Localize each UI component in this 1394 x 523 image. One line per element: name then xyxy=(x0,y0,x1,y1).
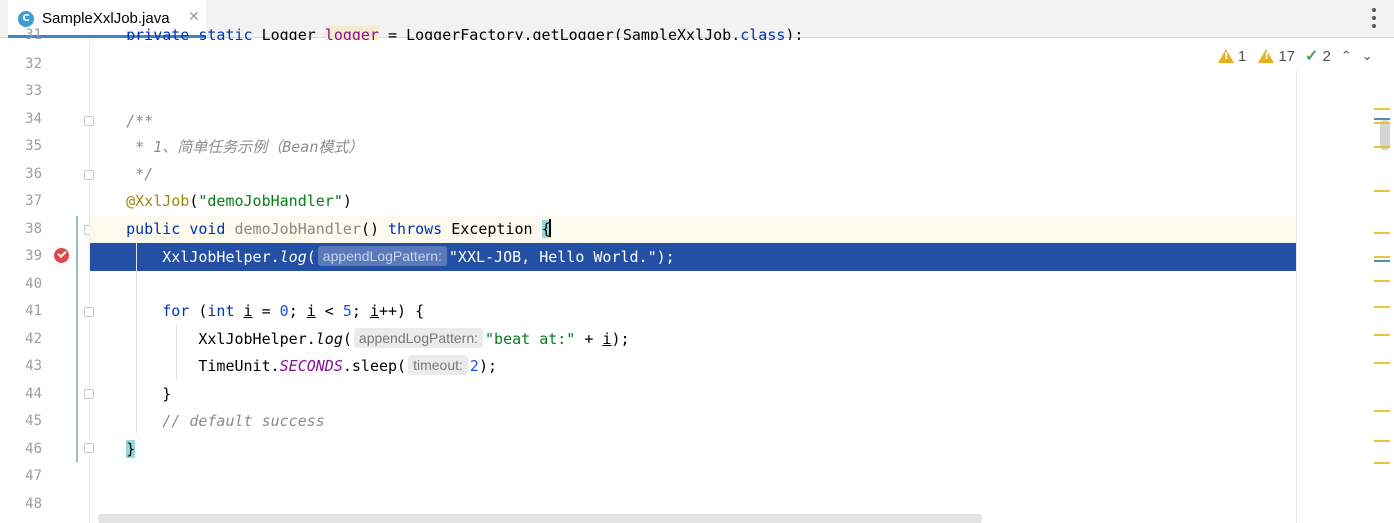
code-line-34[interactable]: /** xyxy=(90,108,153,135)
error-stripe-mark[interactable] xyxy=(1374,118,1390,120)
breakpoint-icon[interactable] xyxy=(54,248,69,263)
line-number: 48 xyxy=(25,496,42,512)
close-icon[interactable]: ✕ xyxy=(188,9,200,25)
line-number: 38 xyxy=(25,221,42,237)
code-line-44[interactable]: } xyxy=(90,381,171,408)
previous-highlight-icon[interactable]: ⌃ xyxy=(1341,48,1352,64)
line-number: 32 xyxy=(25,56,42,72)
parameter-hint: appendLogPattern: xyxy=(353,328,484,348)
text-caret xyxy=(548,219,551,237)
vcs-change-marker[interactable] xyxy=(76,216,78,462)
typo-count: 2 xyxy=(1322,47,1331,65)
error-stripe-mark[interactable] xyxy=(1374,280,1390,282)
more-options-icon[interactable] xyxy=(1372,8,1376,28)
line-number: 43 xyxy=(25,358,42,374)
line-number: 35 xyxy=(25,138,42,154)
code-line-41[interactable]: for (int i = 0; i < 5; i++) { xyxy=(90,298,424,325)
line-number: 42 xyxy=(25,331,42,347)
error-stripe-mark[interactable] xyxy=(1374,256,1390,258)
line-number: 37 xyxy=(25,193,42,209)
error-stripe-mark[interactable] xyxy=(1374,462,1390,464)
error-stripe-mark[interactable] xyxy=(1374,440,1390,442)
line-number: 44 xyxy=(25,386,42,402)
line-number: 47 xyxy=(25,468,42,484)
line-number: 36 xyxy=(25,166,42,182)
line-number: 46 xyxy=(25,441,42,457)
error-stripe-mark[interactable] xyxy=(1374,122,1390,124)
code-line-45[interactable]: // default success xyxy=(90,408,325,435)
line-number: 39 xyxy=(25,248,42,264)
error-stripe-mark[interactable] xyxy=(1374,306,1390,308)
error-stripe-mark[interactable] xyxy=(1374,232,1390,234)
parameter-hint: appendLogPattern: xyxy=(317,246,447,266)
horizontal-scrollbar[interactable] xyxy=(98,514,982,523)
warning-icon xyxy=(1218,49,1234,63)
code-line-46[interactable]: } xyxy=(90,436,136,463)
line-number: 34 xyxy=(25,111,42,127)
matched-brace: } xyxy=(126,440,136,458)
code-line-39[interactable]: XxlJobHelper.log(appendLogPattern: "XXL-J… xyxy=(90,243,675,271)
code-line-31[interactable]: private static Logger logger = LoggerFac… xyxy=(90,26,803,40)
error-stripe-mark[interactable] xyxy=(1374,190,1390,192)
code-line-36[interactable]: */ xyxy=(90,161,153,188)
error-stripe-mark[interactable] xyxy=(1374,334,1390,336)
code-line-42[interactable]: XxlJobHelper.log(appendLogPattern: "beat … xyxy=(90,326,630,353)
code-line-37[interactable]: @XxlJob("demoJobHandler") xyxy=(90,188,352,215)
tab-title: SampleXxlJob.java xyxy=(42,10,170,27)
line-number: 45 xyxy=(25,413,42,429)
code-line-43[interactable]: TimeUnit.SECONDS.sleep(timeout: 2); xyxy=(90,353,497,380)
line-number: 40 xyxy=(25,276,42,292)
line-number: 41 xyxy=(25,303,42,319)
next-highlight-icon[interactable]: ⌄ xyxy=(1362,48,1373,64)
code-line-35[interactable]: * 1、简单任务示例（Bean模式） xyxy=(90,134,363,161)
error-stripe-mark[interactable] xyxy=(1374,410,1390,412)
line-number: 33 xyxy=(25,83,42,99)
parameter-hint: timeout: xyxy=(408,355,468,375)
weak-warning-icon xyxy=(1258,49,1275,63)
line-number: 31 xyxy=(25,27,42,40)
code-line-38[interactable]: public void demoJobHandler() throws Exce… xyxy=(90,216,551,243)
inspection-widget[interactable]: 1 17 ✓ 2 ⌃ ⌄ xyxy=(1218,46,1373,66)
error-stripe-mark[interactable] xyxy=(1374,146,1390,148)
error-stripe-mark[interactable] xyxy=(1374,260,1390,262)
warning-count: 1 xyxy=(1238,47,1247,65)
right-margin-guide xyxy=(1296,70,1297,523)
weak-warning-count: 17 xyxy=(1278,47,1296,65)
error-stripe-mark[interactable] xyxy=(1374,108,1390,110)
typo-check-icon: ✓ xyxy=(1305,48,1319,65)
error-stripe-mark[interactable] xyxy=(1374,362,1390,364)
java-class-icon: C xyxy=(18,11,34,27)
